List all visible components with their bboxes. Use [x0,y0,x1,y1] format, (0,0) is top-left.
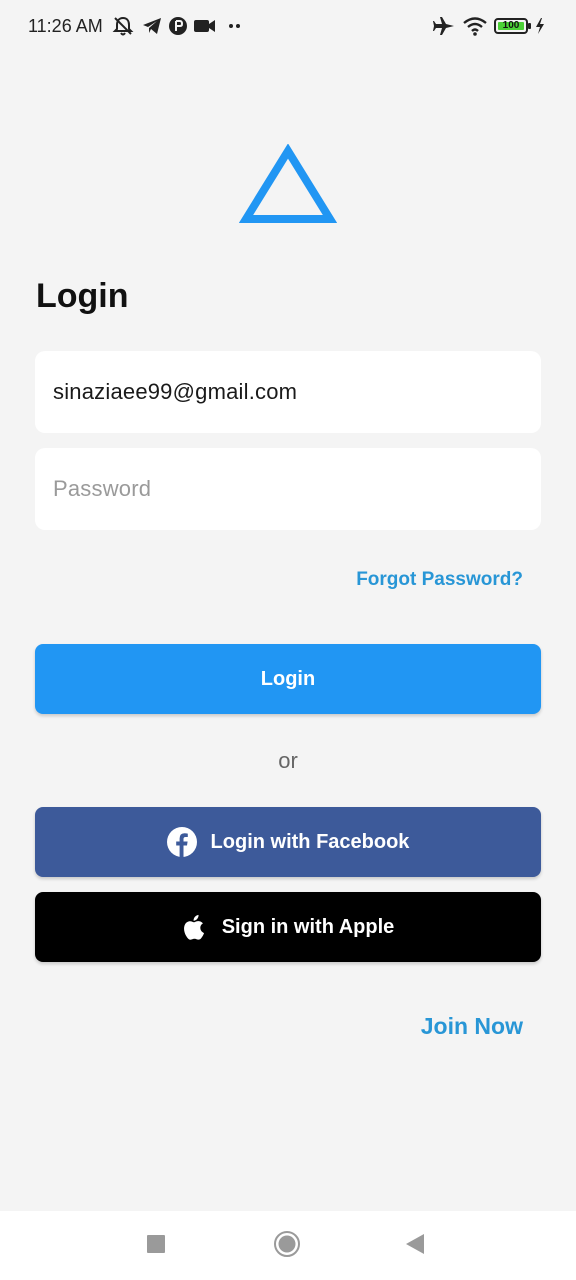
apple-button-label: Sign in with Apple [221,915,395,938]
apple-signin-button[interactable]: Sign in with Apple [35,892,541,962]
login-button[interactable]: Login [35,644,541,714]
telegram-icon [143,18,161,34]
status-bar: 11:26 AM 100 [0,0,576,52]
email-field[interactable] [35,351,541,433]
mute-icon [112,16,134,36]
join-now-link[interactable]: Join Now [421,1012,523,1040]
page-title: Login [36,277,129,315]
wifi-icon [463,17,487,36]
password-input[interactable] [35,448,541,530]
charging-icon [536,18,544,34]
facebook-login-button[interactable]: Login with Facebook [35,807,541,877]
forgot-password-link[interactable]: Forgot Password? [356,568,523,592]
login-button-label: Login [260,667,316,690]
back-triangle-icon[interactable] [404,1231,426,1257]
system-nav-bar [0,1211,576,1280]
app-icon [169,17,187,35]
home-circle-icon[interactable] [273,1231,301,1257]
more-dots-icon [229,24,240,28]
status-time: 11:26 AM [28,16,103,36]
or-divider-text: or [278,748,298,773]
facebook-button-label: Login with Facebook [210,830,410,853]
triangle-logo-icon [239,144,337,223]
email-input[interactable] [35,351,541,433]
battery-level: 100 [502,20,520,31]
airplane-icon [433,17,454,35]
apple-icon [182,913,208,941]
recents-square-icon[interactable] [146,1231,166,1257]
password-field[interactable] [35,448,541,530]
facebook-icon [166,827,197,857]
video-icon [194,20,215,32]
